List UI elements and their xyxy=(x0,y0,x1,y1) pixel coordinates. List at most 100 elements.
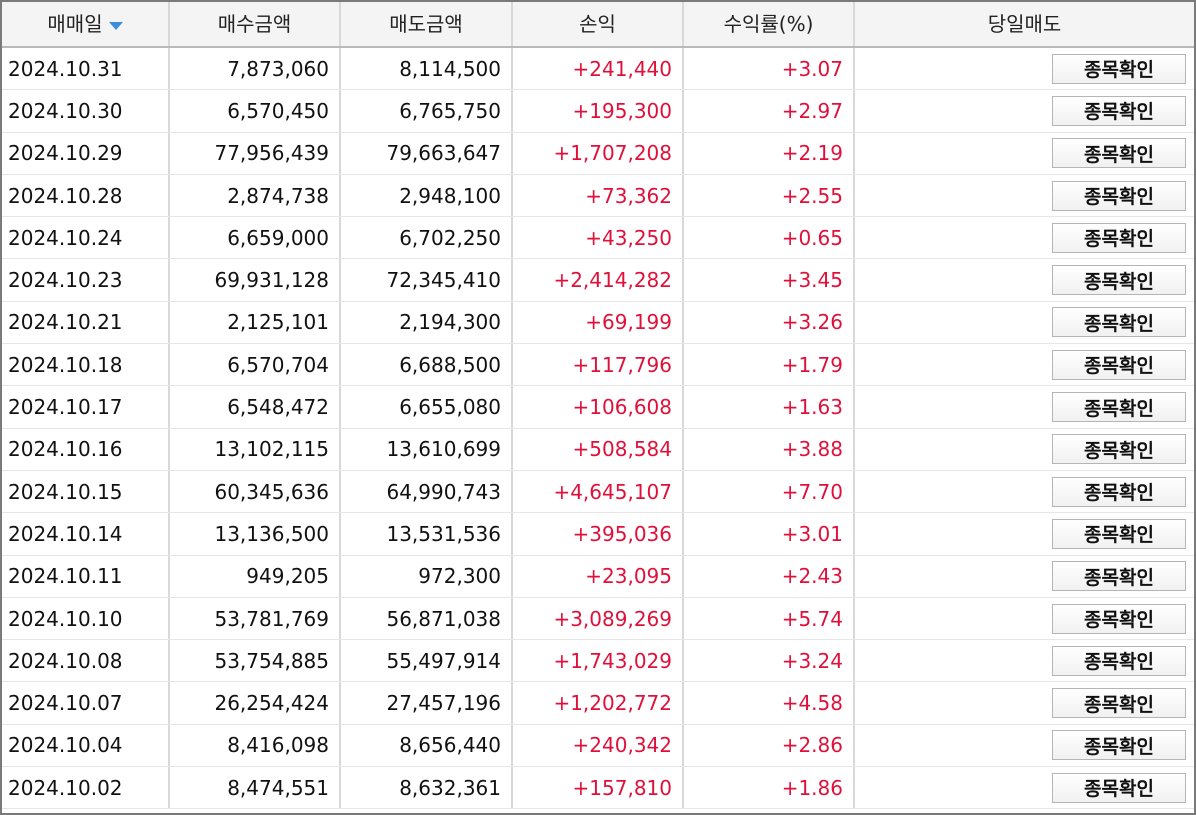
profit-cell: +69,199 xyxy=(513,301,684,344)
profit-cell: +395,036 xyxy=(513,513,684,555)
sell-amount-cell: 972,300 xyxy=(341,555,513,597)
check-stock-button[interactable]: 종목확인 xyxy=(1052,138,1186,169)
buy-amount-cell: 8,416,098 xyxy=(170,724,341,767)
table-row[interactable]: 2024.10.30 6,570,450 6,765,750 +195,300 +2.9… xyxy=(2,90,1194,133)
sell-amount-cell: 64,990,743 xyxy=(341,470,513,513)
check-stock-button[interactable]: 종목확인 xyxy=(1052,645,1186,676)
trade-date-cell: 2024.10.16 xyxy=(2,428,170,470)
return-rate-cell: +3.01 xyxy=(684,513,855,555)
check-stock-button[interactable]: 종목확인 xyxy=(1052,434,1186,465)
sell-amount-cell: 2,194,300 xyxy=(341,301,513,344)
profit-cell: +117,796 xyxy=(513,344,684,386)
column-header-buy-amount[interactable]: 매수금액 xyxy=(170,2,341,46)
return-rate-cell: +3.45 xyxy=(684,259,855,301)
profit-cell: +195,300 xyxy=(513,90,684,132)
return-rate-cell: +2.19 xyxy=(684,132,855,174)
profit-cell: +23,095 xyxy=(513,555,684,597)
table-row[interactable]: 2024.10.08 53,754,885 55,497,914 +1,743,029… xyxy=(2,640,1194,683)
table-row[interactable]: 2024.10.29 77,956,439 79,663,647 +1,707,208… xyxy=(2,132,1194,175)
check-stock-button[interactable]: 종목확인 xyxy=(1052,349,1186,380)
table-row[interactable]: 2024.10.11 949,205 972,300 +23,095 +2.43 종목확인 xyxy=(2,555,1194,598)
check-stock-button[interactable]: 종목확인 xyxy=(1052,603,1186,634)
check-stock-button[interactable]: 종목확인 xyxy=(1052,222,1186,253)
check-stock-button[interactable]: 종목확인 xyxy=(1052,265,1186,296)
column-header-sell-amount[interactable]: 매도금액 xyxy=(341,2,513,46)
return-rate-cell: +4.58 xyxy=(684,682,855,724)
buy-amount-cell: 6,548,472 xyxy=(170,386,341,428)
profit-cell: +157,810 xyxy=(513,767,684,809)
table-row[interactable]: 2024.10.21 2,125,101 2,194,300 +69,199 +3.26… xyxy=(2,301,1194,345)
day-sell-cell: 종목확인 xyxy=(855,217,1194,258)
sell-amount-cell: 6,765,750 xyxy=(341,90,513,132)
return-rate-cell: +3.07 xyxy=(684,48,855,90)
check-stock-button[interactable]: 종목확인 xyxy=(1052,772,1186,803)
profit-cell: +106,608 xyxy=(513,386,684,428)
trade-history-grid: 매매일 매수금액 매도금액 손익 수익률(%) 당일매도 2024.10.31 7… xyxy=(0,0,1196,815)
return-rate-cell: +2.55 xyxy=(684,174,855,217)
trade-date-cell: 2024.10.15 xyxy=(2,470,170,513)
day-sell-cell: 종목확인 xyxy=(855,302,1194,343)
sell-amount-cell: 6,655,080 xyxy=(341,386,513,428)
sell-amount-cell: 55,497,914 xyxy=(341,640,513,682)
table-row[interactable]: 2024.10.23 69,931,128 72,345,410 +2,414,282… xyxy=(2,259,1194,302)
check-stock-button[interactable]: 종목확인 xyxy=(1052,730,1186,761)
sell-amount-cell: 56,871,038 xyxy=(341,597,513,640)
check-stock-button[interactable]: 종목확인 xyxy=(1052,53,1186,84)
day-sell-cell: 종목확인 xyxy=(855,386,1194,427)
grid-body: 2024.10.31 7,873,060 8,114,500 +241,440 +3.0… xyxy=(2,48,1194,810)
buy-amount-cell: 60,345,636 xyxy=(170,470,341,513)
column-header-profit[interactable]: 손익 xyxy=(513,2,684,46)
check-stock-button[interactable]: 종목확인 xyxy=(1052,95,1186,126)
table-row[interactable]: 2024.10.24 6,659,000 6,702,250 +43,250 +0.65… xyxy=(2,217,1194,260)
check-stock-button[interactable]: 종목확인 xyxy=(1052,476,1186,507)
profit-cell: +508,584 xyxy=(513,428,684,470)
sell-amount-cell: 27,457,196 xyxy=(341,682,513,724)
table-row[interactable]: 2024.10.04 8,416,098 8,656,440 +240,342 +2.8… xyxy=(2,724,1194,768)
table-row[interactable]: 2024.10.10 53,781,769 56,871,038 +3,089,269… xyxy=(2,597,1194,641)
table-row[interactable]: 2024.10.17 6,548,472 6,655,080 +106,608 +1.6… xyxy=(2,386,1194,429)
profit-cell: +1,202,772 xyxy=(513,682,684,724)
buy-amount-cell: 7,873,060 xyxy=(170,48,341,90)
trade-date-cell: 2024.10.10 xyxy=(2,597,170,640)
table-row[interactable]: 2024.10.07 26,254,424 27,457,196 +1,202,772… xyxy=(2,682,1194,725)
table-row[interactable]: 2024.10.31 7,873,060 8,114,500 +241,440 +3.0… xyxy=(2,48,1194,91)
check-stock-button[interactable]: 종목확인 xyxy=(1052,518,1186,549)
return-rate-cell: +0.65 xyxy=(684,217,855,259)
grid-header: 매매일 매수금액 매도금액 손익 수익률(%) 당일매도 xyxy=(2,2,1194,48)
trade-date-cell: 2024.10.02 xyxy=(2,767,170,809)
day-sell-cell: 종목확인 xyxy=(855,767,1194,808)
check-stock-button[interactable]: 종목확인 xyxy=(1052,561,1186,592)
profit-cell: +43,250 xyxy=(513,217,684,259)
check-stock-button[interactable]: 종목확인 xyxy=(1052,688,1186,719)
day-sell-cell: 종목확인 xyxy=(855,682,1194,723)
table-row[interactable]: 2024.10.28 2,874,738 2,948,100 +73,362 +2.55… xyxy=(2,174,1194,218)
column-header-return-rate[interactable]: 수익률(%) xyxy=(684,2,855,46)
trade-date-cell: 2024.10.14 xyxy=(2,513,170,555)
profit-cell: +3,089,269 xyxy=(513,597,684,640)
table-row[interactable]: 2024.10.02 8,474,551 8,632,361 +157,810 +1.8… xyxy=(2,767,1194,810)
table-row[interactable]: 2024.10.18 6,570,704 6,688,500 +117,796 +1.7… xyxy=(2,344,1194,387)
buy-amount-cell: 77,956,439 xyxy=(170,132,341,174)
return-rate-cell: +1.63 xyxy=(684,386,855,428)
profit-cell: +2,414,282 xyxy=(513,259,684,301)
column-header-date-label: 매매일 xyxy=(47,12,103,36)
check-stock-button[interactable]: 종목확인 xyxy=(1052,307,1186,338)
buy-amount-cell: 26,254,424 xyxy=(170,682,341,724)
sell-amount-cell: 13,531,536 xyxy=(341,513,513,555)
day-sell-cell: 종목확인 xyxy=(855,598,1194,639)
table-row[interactable]: 2024.10.14 13,136,500 13,531,536 +395,036 +3… xyxy=(2,513,1194,556)
return-rate-cell: +3.26 xyxy=(684,301,855,344)
sell-amount-cell: 2,948,100 xyxy=(341,174,513,217)
trade-date-cell: 2024.10.11 xyxy=(2,555,170,597)
sell-amount-cell: 13,610,699 xyxy=(341,428,513,470)
column-header-date[interactable]: 매매일 xyxy=(2,2,170,46)
table-row[interactable]: 2024.10.15 60,345,636 64,990,743 +4,645,107… xyxy=(2,470,1194,514)
check-stock-button[interactable]: 종목확인 xyxy=(1052,392,1186,423)
column-header-day-sell[interactable]: 당일매도 xyxy=(855,2,1194,46)
profit-cell: +1,743,029 xyxy=(513,640,684,682)
check-stock-button[interactable]: 종목확인 xyxy=(1052,180,1186,211)
day-sell-cell: 종목확인 xyxy=(855,259,1194,300)
day-sell-cell: 종목확인 xyxy=(855,429,1194,470)
return-rate-cell: +7.70 xyxy=(684,470,855,513)
table-row[interactable]: 2024.10.16 13,102,115 13,610,699 +508,584 +3… xyxy=(2,428,1194,471)
